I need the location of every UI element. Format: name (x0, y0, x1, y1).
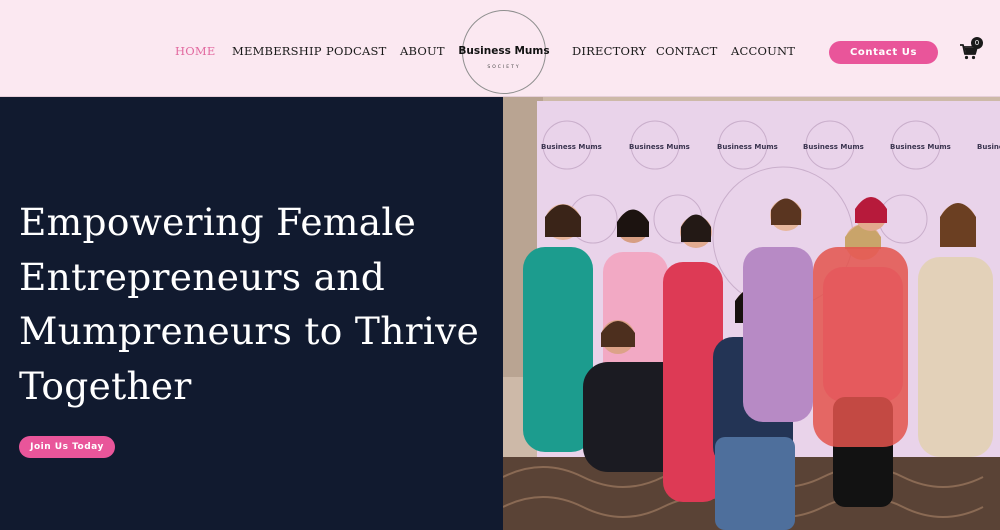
backdrop-text: Business Mums (541, 143, 602, 151)
logo-name: Business Mums (458, 45, 550, 57)
backdrop-text: Business Mums (803, 143, 864, 151)
backdrop-text: Business Mums (717, 143, 778, 151)
nav-about[interactable]: ABOUT (400, 44, 445, 58)
site-logo[interactable]: Business Mums SOCIETY (458, 10, 550, 94)
nav-contact[interactable]: CONTACT (656, 44, 718, 58)
nav-membership[interactable]: MEMBERSHIP (232, 44, 322, 58)
nav-home[interactable]: HOME (175, 44, 215, 58)
group-photo-image: Business Mums Business Mums Business Mum… (503, 97, 1000, 530)
backdrop-text: Business Mums (890, 143, 951, 151)
backdrop-text: Business Mums (977, 143, 1000, 151)
site-header: HOME MEMBERSHIP PODCAST ABOUT Business M… (0, 0, 1000, 97)
contact-us-button[interactable]: Contact Us (829, 41, 938, 64)
nav-directory[interactable]: DIRECTORY (572, 44, 646, 58)
logo-sub: SOCIETY (487, 65, 521, 70)
nav-account[interactable]: ACCOUNT (731, 44, 795, 58)
hero-title: Empowering Female Entrepreneurs and Mump… (19, 200, 480, 408)
join-us-button[interactable]: Join Us Today (19, 436, 115, 458)
hero-panel: Empowering Female Entrepreneurs and Mump… (0, 97, 503, 530)
hero-photo: Business Mums Business Mums Business Mum… (503, 97, 1000, 530)
cart-count-badge: 0 (971, 37, 983, 49)
nav-podcast[interactable]: PODCAST (326, 44, 386, 58)
backdrop-text: Business Mums (629, 143, 690, 151)
